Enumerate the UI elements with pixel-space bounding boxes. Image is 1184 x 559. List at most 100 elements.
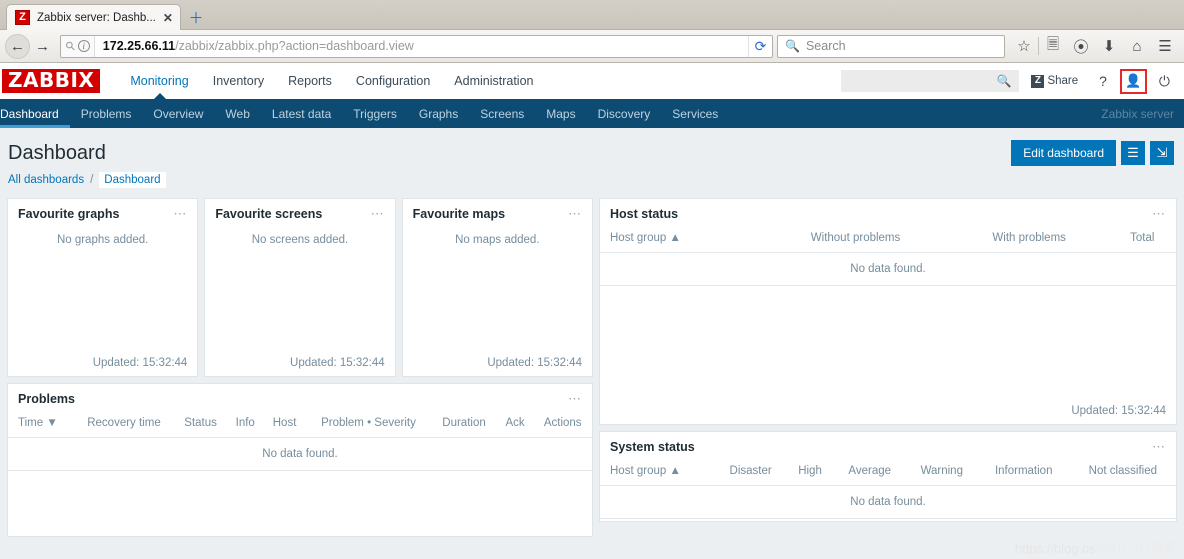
home-icon[interactable]: ⌂ [1123,33,1151,59]
sub-menu-item-services[interactable]: Services [661,99,729,128]
widget-menu-icon[interactable]: ⋯ [1152,440,1166,453]
hamburger-icon[interactable]: ☰ [1121,141,1145,165]
widget-menu-icon[interactable]: ⋯ [568,207,582,220]
column-duration[interactable]: Duration [431,413,497,438]
column-total[interactable]: Total [1108,228,1176,253]
widget-menu-icon[interactable]: ⋯ [1152,207,1166,220]
column-ack[interactable]: Ack [496,413,534,438]
column-warning[interactable]: Warning [905,461,978,486]
widget-title: System status [610,440,695,454]
sub-menu-item-maps[interactable]: Maps [535,99,586,128]
column-host-group[interactable]: Host group ▲ [600,228,762,253]
column-information[interactable]: Information [977,461,1070,486]
browser-tab[interactable]: Z Zabbix server: Dashb... ✕ [6,4,181,30]
dashboard-column-left: Favourite graphs ⋯ No graphs added. Upda… [7,198,593,543]
column-high[interactable]: High [786,461,834,486]
widget-header: Favourite screens ⋯ [205,199,394,228]
column-info[interactable]: Info [226,413,264,438]
url-text: 172.25.66.11/zabbix/zabbix.php?action=da… [95,39,748,53]
main-menu-item-inventory[interactable]: Inventory [201,63,276,99]
reload-icon[interactable]: ⟳ [748,35,772,57]
column-not-classified[interactable]: Not classified [1069,461,1176,486]
widget-updated-time: Updated: 15:32:44 [1071,405,1166,417]
widget-updated-time: Updated: 15:32:44 [290,357,385,369]
breadcrumb-current: Dashboard [99,172,166,188]
widget-title: Favourite graphs [18,207,120,221]
key-icon: ⚲ [62,37,79,55]
breadcrumb-all-dashboards[interactable]: All dashboards [8,174,84,186]
sub-menu-item-triggers[interactable]: Triggers [342,99,408,128]
browser-search-placeholder: Search [805,39,846,53]
main-menu-item-administration[interactable]: Administration [442,63,545,99]
no-data-message: No data found. [600,252,1176,286]
expand-icon[interactable]: ⇲ [1150,141,1174,165]
widget-empty-message: No screens added. [251,234,349,246]
page-header: Dashboard Edit dashboard ☰ ⇲ [0,128,1184,172]
problems-table: Time ▼ Recovery time Status Info Host Pr… [8,413,592,471]
dashboard-column-right: Host status ⋯ Host group ▲ Without probl… [599,198,1177,528]
edit-dashboard-button[interactable]: Edit dashboard [1011,140,1116,166]
widget-favourite-screens: Favourite screens ⋯ No screens added. Up… [204,198,396,377]
column-with-problems[interactable]: With problems [949,228,1109,253]
table-body: No data found. [600,485,1176,519]
column-recovery-time[interactable]: Recovery time [73,413,175,438]
favourite-widgets-row: Favourite graphs ⋯ No graphs added. Upda… [7,198,593,383]
main-menu-item-configuration[interactable]: Configuration [344,63,442,99]
table-head: Time ▼ Recovery time Status Info Host Pr… [8,413,592,438]
reader-icon[interactable]: 🗏 [1039,33,1067,59]
sub-menu-item-dashboard[interactable]: Dashboard [0,99,70,128]
pocket-icon[interactable]: ⦿ [1067,33,1095,59]
widget-host-status: Host status ⋯ Host group ▲ Without probl… [599,198,1177,425]
sub-menu-item-overview[interactable]: Overview [142,99,214,128]
widget-spacer [8,254,197,351]
column-status[interactable]: Status [174,413,227,438]
zabbix-search-input[interactable]: 🔍 [841,70,1020,92]
column-host-group[interactable]: Host group ▲ [600,461,715,486]
table-row: No data found. [8,437,592,471]
user-profile-button[interactable]: 👤 [1119,68,1147,94]
column-time[interactable]: Time ▼ [8,413,74,438]
url-host: 172.25.66.11 [102,39,176,53]
back-icon[interactable]: ← [5,33,30,59]
url-bar[interactable]: ⚲ i 172.25.66.11/zabbix/zabbix.php?actio… [60,34,773,58]
info-icon[interactable]: i [77,40,90,52]
bookmark-star-icon[interactable]: ☆ [1010,33,1038,59]
widget-menu-icon[interactable]: ⋯ [173,207,187,220]
widget-header: System status ⋯ [600,432,1176,461]
column-disaster[interactable]: Disaster [714,461,787,486]
new-tab-icon[interactable]: ＋ [183,4,209,30]
download-icon[interactable]: ⬇ [1095,33,1123,59]
column-host[interactable]: Host [263,413,306,438]
header-actions: 🔍 Z Share ? 👤 ⏻ [841,68,1184,94]
widget-menu-icon[interactable]: ⋯ [371,207,385,220]
widget-title: Problems [18,392,75,406]
sub-menu-item-screens[interactable]: Screens [469,99,535,128]
column-average[interactable]: Average [833,461,906,486]
main-menu-item-reports[interactable]: Reports [276,63,344,99]
close-icon[interactable]: ✕ [163,12,173,24]
widget-header: Problems ⋯ [8,384,592,413]
widget-problems: Problems ⋯ Time ▼ Recovery time Status I… [7,383,593,537]
sub-menu-item-graphs[interactable]: Graphs [408,99,469,128]
browser-search-box[interactable]: 🔍 Search [777,34,1005,58]
zabbix-header: ZABBIX Monitoring Inventory Reports Conf… [0,63,1184,99]
widget-menu-icon[interactable]: ⋯ [568,392,582,405]
sub-menu-item-web[interactable]: Web [214,99,260,128]
site-identity[interactable]: ⚲ i [61,35,95,57]
help-icon[interactable]: ? [1090,73,1116,89]
sub-menu-item-discovery[interactable]: Discovery [587,99,662,128]
table-body: No data found. [8,437,592,471]
column-actions[interactable]: Actions [533,413,592,438]
forward-icon[interactable]: → [30,34,55,59]
column-without-problems[interactable]: Without problems [761,228,950,253]
main-menu-item-monitoring[interactable]: Monitoring [118,63,200,99]
table-head: Host group ▲ Without problems With probl… [600,228,1176,253]
browser-tab-title: Zabbix server: Dashb... [37,11,156,24]
column-problem-severity[interactable]: Problem • Severity [305,413,432,438]
sub-menu-item-problems[interactable]: Problems [70,99,143,128]
sign-out-icon[interactable]: ⏻ [1151,73,1178,90]
share-button[interactable]: Z Share [1031,74,1078,88]
sub-menu-item-latest-data[interactable]: Latest data [261,99,342,128]
menu-icon[interactable]: ☰ [1151,33,1179,59]
zabbix-logo[interactable]: ZABBIX [2,69,101,93]
